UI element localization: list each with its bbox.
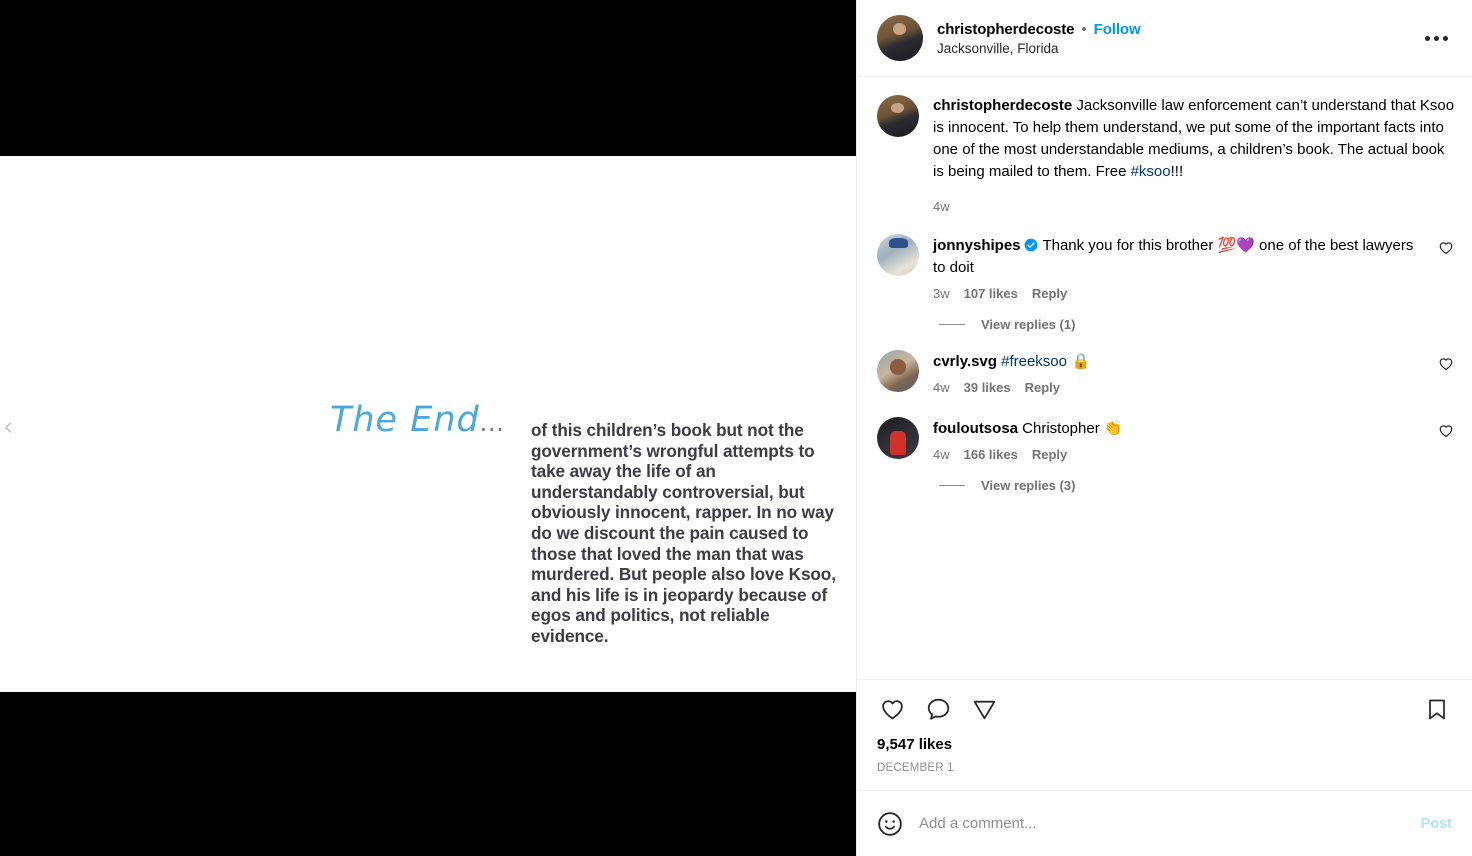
comment-button[interactable]	[923, 694, 953, 724]
comment-body: cvrly.svg #freeksoo 🔒 4w 39 likes Reply	[933, 350, 1428, 395]
header-separator: •	[1081, 20, 1087, 38]
like-button[interactable]	[877, 694, 907, 724]
replies-dash	[939, 324, 965, 325]
comment-meta: 4w 166 likes Reply	[933, 447, 1428, 462]
comments-scroll-area[interactable]: christopherdecoste Jacksonville law enfo…	[857, 77, 1472, 679]
bookmark-outline-icon	[1429, 699, 1445, 720]
view-replies-label: View replies (3)	[981, 478, 1076, 493]
comment-avatar[interactable]	[877, 417, 919, 459]
heart-outline-icon	[1439, 242, 1453, 255]
comment-emoji: 👏	[1103, 419, 1123, 437]
comment-username[interactable]: jonnyshipes	[933, 237, 1021, 254]
caption-avatar[interactable]	[877, 95, 919, 137]
comment-text: cvrly.svg #freeksoo 🔒	[933, 350, 1428, 373]
post-header-meta: christopherdecoste • Follow Jacksonville…	[937, 21, 1417, 56]
comment-emoji: 💯💜	[1217, 236, 1255, 254]
comment-content: Christopher	[1022, 420, 1104, 437]
comment-composer: Post	[857, 790, 1472, 856]
comment-timestamp: 4w	[933, 447, 950, 462]
post-location[interactable]: Jacksonville, Florida	[937, 41, 1417, 56]
comment-like-button[interactable]	[1428, 417, 1456, 462]
comment-meta: 4w 39 likes Reply	[933, 380, 1428, 395]
comment-content: Thank you for this brother	[1042, 237, 1218, 254]
view-replies-label: View replies (1)	[981, 317, 1076, 332]
share-button[interactable]	[969, 694, 999, 724]
author-avatar[interactable]	[877, 15, 923, 61]
comment-body: fouloutsosa Christopher 👏 4w 166 likes R…	[933, 417, 1428, 462]
comment-username[interactable]: fouloutsosa	[933, 420, 1018, 437]
instagram-post: The End... of this children’s book but n…	[0, 0, 1472, 856]
verified-badge-icon	[1024, 238, 1037, 252]
comment-reply-button[interactable]: Reply	[1032, 447, 1067, 462]
comment-likes[interactable]: 39 likes	[964, 380, 1011, 395]
comment-like-button[interactable]	[1428, 350, 1456, 395]
dot	[1443, 35, 1448, 41]
comment-emoji: 🔒	[1066, 352, 1091, 370]
follow-button[interactable]: Follow	[1094, 21, 1141, 38]
slide-headline: The End...	[330, 400, 505, 440]
book-page-content: The End... of this children’s book but n…	[0, 156, 856, 692]
comment-reply-button[interactable]: Reply	[1032, 286, 1067, 301]
dot	[1434, 35, 1439, 41]
comment-reply-button[interactable]: Reply	[1025, 380, 1060, 395]
heart-outline-icon	[881, 699, 903, 719]
post-actions-section: 9,547 likes DECEMBER 1	[857, 679, 1472, 790]
slide-headline-text: The End	[330, 400, 480, 440]
post-caption: christopherdecoste Jacksonville law enfo…	[877, 95, 1456, 214]
author-line: christopherdecoste • Follow	[937, 21, 1417, 38]
post-comment-button[interactable]: Post	[1421, 816, 1452, 832]
comment-meta: 3w 107 likes Reply	[933, 286, 1428, 301]
emoji-picker-button[interactable]	[877, 811, 903, 837]
chevron-left-icon	[4, 421, 11, 433]
caption-text: christopherdecoste Jacksonville law enfo…	[933, 95, 1456, 183]
comment-text: fouloutsosa Christopher 👏	[933, 417, 1428, 440]
view-replies-button[interactable]: View replies (3)	[939, 478, 1456, 493]
comment-item: fouloutsosa Christopher 👏 4w 166 likes R…	[877, 417, 1456, 462]
slide-body-text: of this children’s book but not the gove…	[531, 420, 836, 646]
heart-outline-icon	[1439, 425, 1453, 438]
comment-body: jonnyshipes Thank you for this brother 💯…	[933, 234, 1428, 301]
view-replies-button[interactable]: View replies (1)	[939, 317, 1456, 332]
carousel-image[interactable]: The End... of this children’s book but n…	[0, 156, 856, 692]
likes-count[interactable]: 9,547 likes	[877, 732, 1452, 753]
heart-outline-icon	[1439, 358, 1453, 371]
comment-likes[interactable]: 166 likes	[964, 447, 1018, 462]
replies-dash	[939, 485, 965, 486]
caption-hashtag[interactable]: #ksoo	[1131, 163, 1171, 180]
caption-timestamp: 4w	[933, 199, 950, 214]
dot	[1425, 35, 1430, 41]
comment-timestamp: 4w	[933, 380, 950, 395]
caption-content-tail: !!!	[1170, 163, 1184, 180]
caption-body: christopherdecoste Jacksonville law enfo…	[933, 95, 1456, 214]
save-button[interactable]	[1422, 694, 1452, 724]
post-media-panel: The End... of this children’s book but n…	[0, 0, 856, 856]
post-header: christopherdecoste • Follow Jacksonville…	[857, 0, 1472, 77]
comment-like-button[interactable]	[1428, 234, 1456, 301]
author-username[interactable]: christopherdecoste	[937, 21, 1075, 38]
comment-username[interactable]: cvrly.svg	[933, 353, 997, 370]
caption-username[interactable]: christopherdecoste	[933, 97, 1072, 114]
emoji-smiley-icon	[878, 811, 902, 836]
post-date: DECEMBER 1	[877, 762, 954, 774]
comment-input[interactable]	[919, 815, 1421, 832]
comment-avatar[interactable]	[877, 350, 919, 392]
comment-hashtag[interactable]: #freeksoo	[1001, 353, 1067, 370]
comment-likes[interactable]: 107 likes	[964, 286, 1018, 301]
slide-headline-dots: ...	[479, 411, 505, 437]
comment-avatar[interactable]	[877, 234, 919, 276]
post-sidebar: christopherdecoste • Follow Jacksonville…	[856, 0, 1472, 856]
comment-item: jonnyshipes Thank you for this brother 💯…	[877, 234, 1456, 301]
more-options-icon[interactable]	[1417, 30, 1456, 47]
share-paper-plane-icon	[973, 700, 995, 719]
comment-bubble-icon	[927, 698, 949, 720]
primary-actions	[877, 694, 1422, 724]
comment-timestamp: 3w	[933, 286, 950, 301]
comment-text: jonnyshipes Thank you for this brother 💯…	[933, 234, 1428, 279]
comment-item: cvrly.svg #freeksoo 🔒 4w 39 likes Reply	[877, 350, 1456, 395]
post-actions-bar	[877, 680, 1452, 732]
